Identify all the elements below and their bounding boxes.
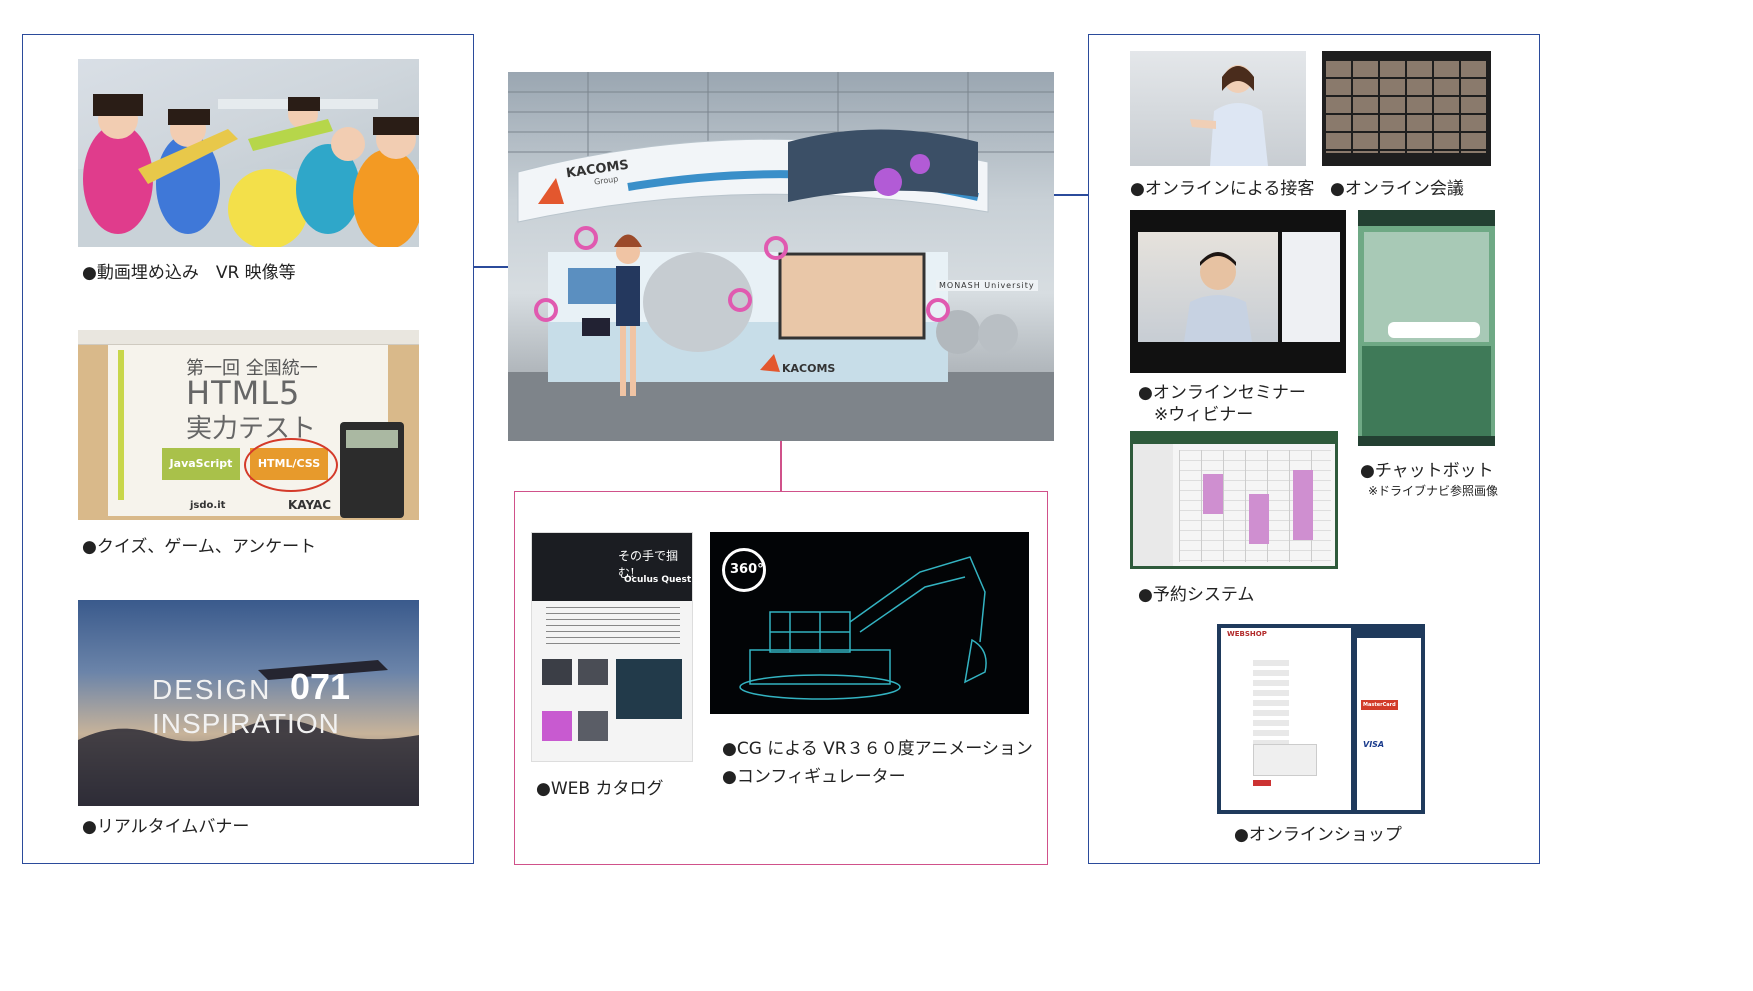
catalog-thumb-1 <box>542 659 572 685</box>
seminar-person <box>1184 252 1252 342</box>
caption-banner: ●リアルタイムバナー <box>82 817 250 837</box>
shop-header: WEBSHOP <box>1227 630 1267 638</box>
reservation-system-image[interactable] <box>1130 431 1338 569</box>
caption-chatbot: ●チャットボット <box>1360 461 1494 481</box>
online-reception-image[interactable] <box>1130 51 1306 166</box>
quiz-image[interactable]: 第一回 全国統一 HTML5 実力テスト JavaScript HTML/CSS… <box>78 330 419 520</box>
caption-seminar-note: ※ウィビナー <box>1154 405 1254 425</box>
chatbot-bubble <box>1388 322 1480 338</box>
quiz-logo-left: jsdo.it <box>190 500 226 511</box>
booth-brand-bottom: KACOMS <box>782 362 836 375</box>
caption-meeting: ●オンライン会議 <box>1330 179 1464 199</box>
quiz-logo-right: KAYAC <box>288 498 332 512</box>
reservation-topbar <box>1133 434 1335 444</box>
realtime-banner-image[interactable]: DESIGN 071 INSPIRATION <box>78 600 419 806</box>
caption-catalog: ●WEB カタログ <box>536 779 664 799</box>
catalog-thumb-4 <box>542 711 572 741</box>
seminar-video <box>1138 232 1278 342</box>
calculator-image <box>340 422 404 518</box>
shop-card-visa: VISA <box>1363 740 1385 749</box>
catalog-text-lines <box>546 607 680 647</box>
caption-chatbot-note: ※ドライブナビ参照画像 <box>1368 484 1499 498</box>
reservation-events-1 <box>1203 474 1223 514</box>
quiz-topbar <box>78 330 419 345</box>
banner-text-design: DESIGN <box>152 674 272 705</box>
meeting-grid <box>1326 61 1487 153</box>
chatbot-header <box>1358 210 1495 226</box>
web-catalog-image[interactable]: その手で掴む! Oculus Quest <box>531 532 693 762</box>
seminar-sidebar <box>1282 232 1340 342</box>
caption-configurator: ●コンフィギュレーター <box>722 767 906 787</box>
chatbot-menu <box>1362 346 1491 436</box>
video-people-illustration <box>78 94 419 247</box>
quiz-circle-marker <box>244 438 338 492</box>
caption-cg: ●CG による VR３６０度アニメーション <box>722 739 1033 759</box>
shop-card-mastercard: MasterCard <box>1361 700 1398 710</box>
reservation-events-2 <box>1249 494 1269 544</box>
online-meeting-image[interactable] <box>1322 51 1491 166</box>
catalog-subtitle: Oculus Quest <box>624 575 692 585</box>
reception-person <box>1190 65 1268 166</box>
chatbot-image[interactable] <box>1358 210 1495 446</box>
connector-right <box>1054 194 1088 196</box>
reservation-events-3 <box>1293 470 1313 540</box>
catalog-thumb-2 <box>578 659 608 685</box>
shop-textarea <box>1253 744 1317 776</box>
catalog-thumb-3 <box>616 659 682 719</box>
chatbot-footer <box>1358 436 1495 446</box>
caption-reservation: ●予約システム <box>1138 585 1255 605</box>
caption-quiz: ●クイズ、ゲーム、アンケート <box>82 537 317 557</box>
connector-center-down <box>780 441 782 491</box>
shop-order-summary <box>1357 638 1421 810</box>
pencil-image <box>118 350 124 500</box>
banner-text-inspiration: INSPIRATION <box>152 708 340 739</box>
caption-video: ●動画埋め込み VR 映像等 <box>82 263 296 283</box>
badge-360: 360° <box>730 562 764 577</box>
virtual-booth-image[interactable]: KACOMS Group KACOMS MONASH University <box>508 72 1054 441</box>
reservation-sidebar <box>1133 444 1173 566</box>
booth-university-sign: MONASH University <box>936 280 1038 291</box>
quiz-title-line2: HTML5 <box>186 374 301 412</box>
caption-shop: ●オンラインショップ <box>1234 825 1402 845</box>
cg-vr360-image[interactable]: 360° <box>710 532 1029 714</box>
banner-text-number: 071 <box>290 666 351 707</box>
online-shop-image[interactable]: WEBSHOP MasterCard VISA <box>1217 624 1425 814</box>
caption-seminar: ●オンラインセミナー <box>1138 383 1306 403</box>
catalog-thumb-5 <box>578 711 608 741</box>
quiz-js-button[interactable]: JavaScript <box>162 448 240 480</box>
connector-left <box>474 266 508 268</box>
online-seminar-image[interactable] <box>1130 210 1346 373</box>
video-embed-image[interactable] <box>78 59 419 247</box>
caption-reception: ●オンラインによる接客 <box>1130 179 1315 199</box>
shop-submit-button[interactable] <box>1253 780 1271 786</box>
booth-illustration <box>508 72 1054 441</box>
